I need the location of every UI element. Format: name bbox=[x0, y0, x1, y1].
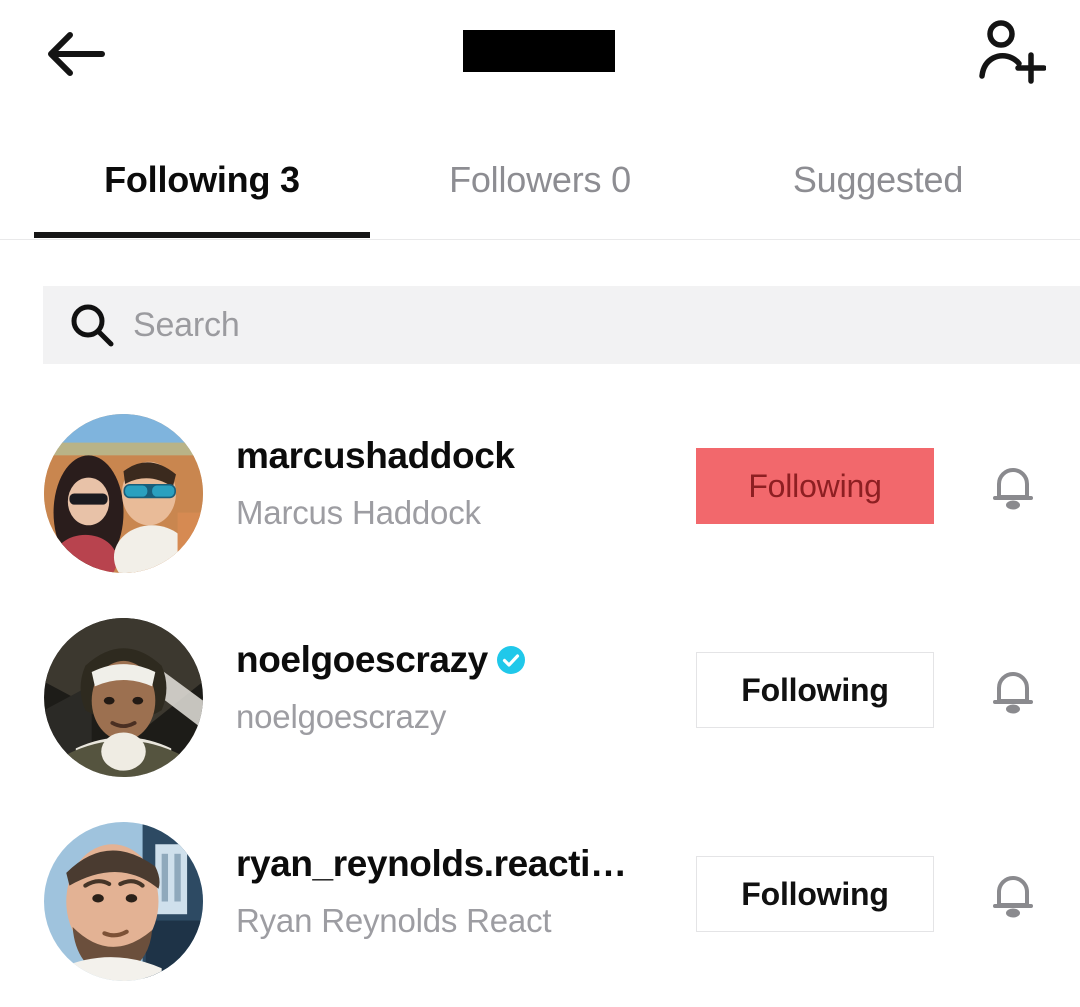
noelgoescrazy-avatar bbox=[44, 618, 203, 777]
back-button[interactable] bbox=[30, 14, 120, 94]
follow-list-screen: Following 3 Followers 0 Suggested Search bbox=[0, 0, 1080, 1007]
username: noelgoescrazy bbox=[236, 639, 488, 681]
user-info: marcushaddock Marcus Haddock bbox=[236, 430, 666, 532]
tab-followers-label: Followers 0 bbox=[449, 159, 631, 201]
tab-followers[interactable]: Followers 0 bbox=[404, 128, 676, 232]
header-bar bbox=[0, 0, 1080, 120]
add-person-icon bbox=[974, 19, 1046, 87]
avatar[interactable] bbox=[44, 414, 203, 573]
notification-bell-button[interactable] bbox=[978, 452, 1048, 522]
display-name: noelgoescrazy bbox=[236, 698, 666, 736]
avatar[interactable] bbox=[44, 618, 203, 777]
tab-following-label: Following 3 bbox=[104, 159, 300, 201]
table-row[interactable]: noelgoescrazy noelgoescrazy Following bbox=[0, 596, 1080, 800]
notification-bell-button[interactable] bbox=[978, 860, 1048, 930]
notification-bell-button[interactable] bbox=[978, 656, 1048, 726]
back-arrow-icon bbox=[44, 28, 106, 80]
following-user-list: marcushaddock Marcus Haddock Following bbox=[0, 392, 1080, 1004]
verified-badge-icon bbox=[496, 645, 526, 675]
following-button-label: Following bbox=[748, 468, 881, 505]
marcushaddock-avatar bbox=[44, 414, 203, 573]
add-person-button[interactable] bbox=[962, 10, 1058, 96]
avatar[interactable] bbox=[44, 822, 203, 981]
user-info: ryan_reynolds.reacti… Ryan Reynolds Reac… bbox=[236, 838, 666, 940]
bell-icon bbox=[986, 868, 1040, 922]
display-name: Ryan Reynolds React bbox=[236, 902, 666, 940]
tab-following[interactable]: Following 3 bbox=[0, 128, 404, 232]
display-name: Marcus Haddock bbox=[236, 494, 666, 532]
tab-bar-divider bbox=[0, 239, 1080, 240]
ryan-reynolds-avatar bbox=[44, 822, 203, 981]
search-icon bbox=[69, 302, 115, 348]
following-button[interactable]: Following bbox=[696, 856, 934, 932]
table-row[interactable]: marcushaddock Marcus Haddock Following bbox=[0, 392, 1080, 596]
active-tab-underline bbox=[34, 232, 370, 238]
username: ryan_reynolds.reacti… bbox=[236, 843, 627, 885]
search-input-placeholder[interactable]: Search bbox=[133, 306, 240, 345]
user-info: noelgoescrazy noelgoescrazy bbox=[236, 634, 666, 736]
following-button-label: Following bbox=[741, 672, 889, 709]
following-button-label: Following bbox=[741, 876, 889, 913]
tab-suggested-label: Suggested bbox=[793, 159, 963, 201]
bell-icon bbox=[986, 664, 1040, 718]
redacted-title-bar bbox=[463, 30, 615, 72]
bell-icon bbox=[986, 460, 1040, 514]
tab-suggested[interactable]: Suggested bbox=[676, 128, 1080, 232]
search-bar[interactable]: Search bbox=[43, 286, 1080, 364]
following-button[interactable]: Following bbox=[696, 448, 934, 524]
table-row[interactable]: ryan_reynolds.reacti… Ryan Reynolds Reac… bbox=[0, 800, 1080, 1004]
username: marcushaddock bbox=[236, 435, 515, 477]
following-button[interactable]: Following bbox=[696, 652, 934, 728]
tab-bar: Following 3 Followers 0 Suggested bbox=[0, 128, 1080, 240]
